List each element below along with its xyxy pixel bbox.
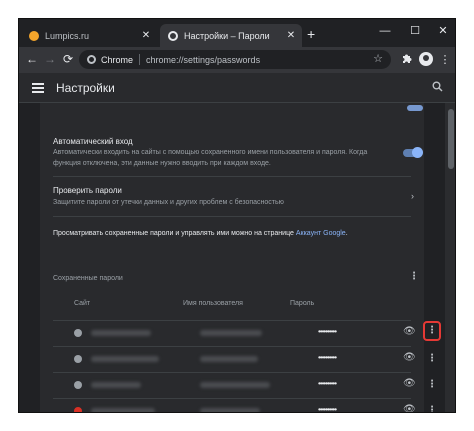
row-more-actions-icon[interactable]: ⋮ bbox=[425, 377, 439, 393]
chevron-right-icon[interactable]: › bbox=[411, 191, 414, 201]
search-icon[interactable] bbox=[432, 81, 443, 95]
password-row[interactable]: •••••••••• 👁 bbox=[53, 320, 416, 346]
divider bbox=[53, 216, 411, 217]
check-passwords-description: Защитите пароли от утечки данных и други… bbox=[53, 199, 284, 206]
saved-passwords-title: Сохраненные пароли bbox=[53, 275, 123, 282]
username-blurred bbox=[200, 408, 260, 412]
settings-header: Настройки bbox=[19, 73, 455, 103]
check-passwords-title: Проверить пароли bbox=[53, 186, 122, 195]
scrollbar[interactable] bbox=[445, 103, 455, 412]
show-password-eye-icon[interactable]: 👁 bbox=[403, 326, 416, 338]
autologin-description: Автоматически входить на сайты с помощью… bbox=[53, 149, 368, 167]
tab-close-icon[interactable]: ✕ bbox=[284, 30, 298, 41]
map-pin-icon bbox=[72, 405, 84, 412]
back-button[interactable]: ← bbox=[24, 51, 40, 67]
globe-icon bbox=[74, 329, 82, 337]
hamburger-menu-icon[interactable] bbox=[32, 83, 44, 93]
password-dots: •••••••••• bbox=[318, 405, 337, 413]
settings-content: Автоматический вход Автоматически входит… bbox=[19, 103, 445, 413]
username-blurred bbox=[200, 356, 258, 362]
browser-toolbar: ← → ⟳ Chrome chrome://settings/passwords… bbox=[19, 47, 455, 73]
show-password-eye-icon[interactable]: 👁 bbox=[403, 352, 416, 364]
address-bar[interactable]: Chrome chrome://settings/passwords ☆ bbox=[79, 50, 391, 69]
site-blurred bbox=[91, 330, 151, 336]
lumpics-favicon-icon bbox=[29, 30, 39, 41]
minimize-button[interactable]: — bbox=[371, 21, 399, 41]
scrollbar-thumb[interactable] bbox=[448, 109, 454, 169]
password-dots: •••••••••• bbox=[318, 379, 337, 388]
browser-window: Lumpics.ru ✕ Настройки – Пароли ✕ + — ☐ … bbox=[18, 18, 456, 413]
manage-end: . bbox=[345, 230, 348, 237]
username-blurred bbox=[200, 330, 262, 336]
row-more-actions-icon[interactable]: ⋮ bbox=[425, 351, 439, 367]
tab-title: Lumpics.ru bbox=[45, 30, 90, 41]
show-password-eye-icon[interactable]: 👁 bbox=[403, 404, 416, 412]
offer-save-toggle[interactable] bbox=[407, 105, 423, 111]
passwords-card: Автоматический вход Автоматически входит… bbox=[40, 103, 441, 413]
password-dots: •••••••••• bbox=[318, 353, 337, 362]
reload-button[interactable]: ⟳ bbox=[60, 51, 76, 67]
password-row[interactable]: •••••••••• 👁 bbox=[53, 346, 416, 372]
username-blurred bbox=[200, 382, 270, 388]
new-tab-button[interactable]: + bbox=[307, 27, 315, 41]
site-blurred bbox=[91, 356, 159, 362]
tab-lumpics[interactable]: Lumpics.ru ✕ bbox=[21, 24, 157, 47]
globe-icon bbox=[74, 381, 82, 389]
omnibox-url: chrome://settings/passwords bbox=[146, 54, 261, 65]
profile-avatar-icon[interactable] bbox=[419, 52, 433, 66]
tab-title: Настройки – Пароли bbox=[184, 30, 270, 41]
settings-gear-icon bbox=[168, 30, 178, 41]
divider bbox=[53, 176, 411, 177]
saved-passwords-menu-icon[interactable]: ⋮ bbox=[407, 269, 421, 285]
omnibox-separator bbox=[139, 54, 141, 65]
tab-close-icon[interactable]: ✕ bbox=[139, 30, 153, 41]
column-password: Пароль bbox=[290, 300, 315, 307]
settings-title: Настройки bbox=[56, 80, 115, 95]
forward-button[interactable]: → bbox=[42, 51, 58, 67]
browser-menu-icon[interactable]: ⋮ bbox=[437, 52, 453, 68]
column-username: Имя пользователя bbox=[183, 300, 243, 307]
maximize-button[interactable]: ☐ bbox=[401, 21, 429, 41]
bookmark-star-icon[interactable]: ☆ bbox=[373, 52, 383, 65]
omnibox-brand: Chrome bbox=[101, 54, 134, 65]
extensions-puzzle-icon[interactable] bbox=[399, 52, 415, 68]
tab-settings-passwords[interactable]: Настройки – Пароли ✕ bbox=[160, 24, 302, 47]
google-account-link[interactable]: Аккаунт Google bbox=[296, 230, 346, 237]
site-blurred bbox=[91, 408, 155, 412]
autologin-toggle[interactable] bbox=[403, 147, 423, 158]
close-window-button[interactable]: ✕ bbox=[429, 21, 455, 41]
manage-passwords-text: Просматривать сохраненные пароли и управ… bbox=[53, 230, 348, 237]
password-row[interactable]: •••••••••• 👁 bbox=[53, 398, 416, 413]
tab-strip: Lumpics.ru ✕ Настройки – Пароли ✕ + — ☐ … bbox=[19, 19, 455, 47]
password-row[interactable]: •••••••••• 👁 bbox=[53, 372, 416, 398]
column-site: Сайт bbox=[74, 300, 91, 307]
chrome-icon bbox=[87, 55, 96, 64]
show-password-eye-icon[interactable]: 👁 bbox=[403, 378, 416, 390]
globe-icon bbox=[74, 355, 82, 363]
password-dots: •••••••••• bbox=[318, 327, 337, 336]
site-blurred bbox=[91, 382, 141, 388]
manage-text: Просматривать сохраненные пароли и управ… bbox=[53, 230, 296, 237]
row-more-actions-icon[interactable]: ⋮ bbox=[425, 403, 439, 412]
autologin-title: Автоматический вход bbox=[53, 137, 133, 146]
row-more-actions-icon[interactable]: ⋮ bbox=[423, 321, 441, 341]
